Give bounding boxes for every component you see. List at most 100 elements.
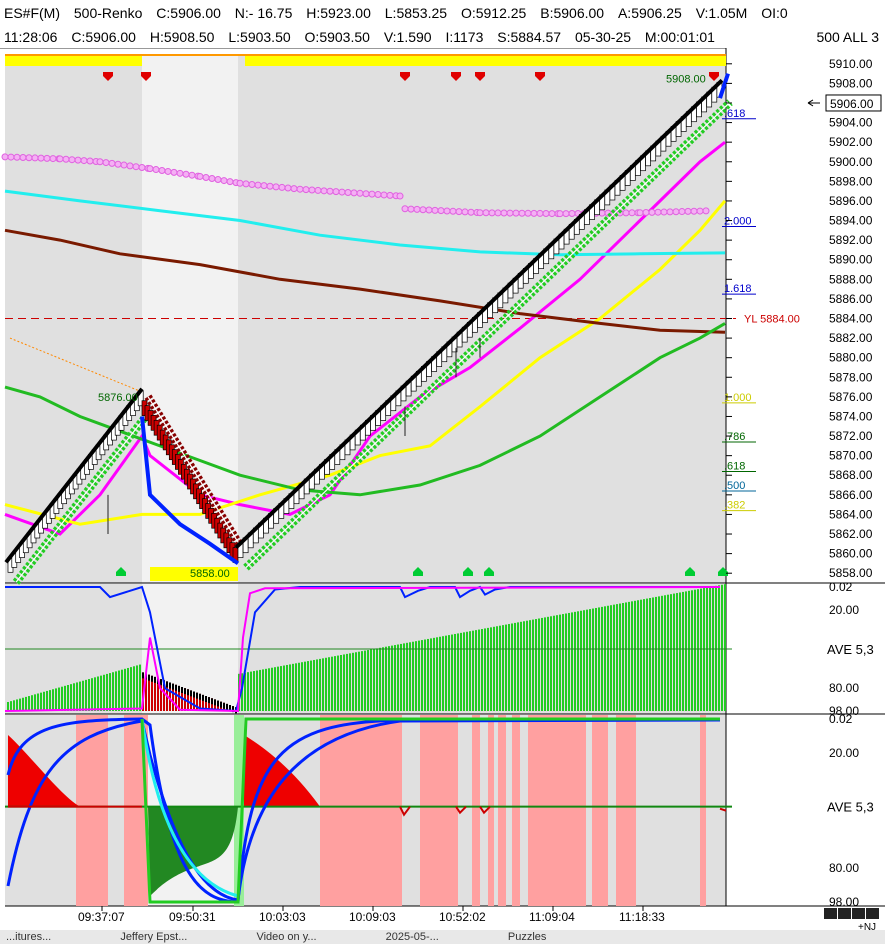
dotted-series-point: [37, 154, 45, 162]
dotted-series-point: [158, 166, 166, 174]
symbol[interactable]: ES#F(M): [4, 5, 60, 21]
dotted-series-point: [622, 209, 630, 217]
dotted-series-point: [138, 164, 146, 172]
oscillator-tick-label: 98.00: [829, 895, 859, 909]
fib-level-label: .382: [724, 500, 745, 512]
header-row-1: ES#F(M) 500-Renko C:5906.00 N:- 16.75 H:…: [0, 0, 885, 26]
oscillator-tick-label: 80.00: [829, 861, 859, 875]
time-tick-label: 11:09:04: [529, 910, 575, 924]
time-tick-label: 09:50:31: [169, 910, 216, 924]
dotted-series-point: [413, 205, 421, 213]
time-tick-label: 10:52:02: [439, 910, 486, 924]
dotted-series-point: [344, 188, 352, 196]
fib-level-label: .618: [724, 460, 745, 472]
close-value: C:5906.00: [156, 5, 221, 21]
dotted-series-point: [302, 186, 310, 194]
dotted-series-point: [13, 153, 21, 161]
nav-control-icon[interactable]: [838, 908, 851, 919]
fib-level-label: .786: [724, 431, 745, 443]
dotted-series-point: [702, 207, 710, 215]
price-tick-label: 5910.00: [829, 57, 873, 71]
dotted-series-point: [170, 168, 178, 176]
taskbar-item[interactable]: Puzzles: [508, 931, 547, 943]
dotted-series-point: [512, 209, 520, 217]
dotted-series-point: [290, 185, 298, 193]
dotted-series-point: [25, 154, 33, 162]
oscillator-tick-label: 80.00: [829, 681, 859, 695]
dotted-series-point: [7, 153, 15, 161]
dotted-series-point: [556, 210, 564, 218]
price-tick-label: 5898.00: [829, 174, 873, 188]
chart-area[interactable]: YL 5884.00 5876.00 5858.00 5908.00 .618 2.000…: [0, 48, 885, 930]
oscillator-pink-band: [512, 715, 520, 906]
nav-control-icon[interactable]: [824, 908, 837, 919]
taskbar-item[interactable]: 2025-05-...: [386, 931, 439, 943]
fib-level-label: 1.000: [724, 392, 752, 404]
chart-settings-label[interactable]: 500 ALL 3: [816, 26, 879, 48]
bar-s-value: S:5884.57: [497, 29, 562, 45]
taskbar-item[interactable]: Jeffery Epst...: [120, 931, 187, 943]
price-tick-label: 5880.00: [829, 351, 873, 365]
dotted-series-point: [678, 208, 686, 216]
dotted-series-point: [338, 188, 346, 196]
dotted-series-point: [132, 163, 140, 171]
dotted-series-point: [568, 210, 576, 218]
price-tick-label: 5874.00: [829, 409, 873, 423]
dotted-series-point: [49, 155, 57, 163]
dotted-series-point: [628, 209, 636, 217]
dotted-series-point: [31, 154, 39, 162]
ask-value: A:5906.25: [617, 5, 682, 21]
dotted-series-point: [208, 175, 216, 183]
price-annotation: 5876.00: [98, 392, 138, 404]
dotted-series-point: [401, 205, 409, 213]
dotted-series-point: [164, 167, 172, 175]
dotted-series-point: [220, 177, 228, 185]
oscillator-pink-band: [488, 715, 494, 906]
dotted-series-point: [548, 210, 556, 218]
price-tick-label: 5892.00: [829, 233, 873, 247]
dotted-series-point: [96, 158, 104, 166]
dotted-series-point: [80, 157, 88, 165]
dotted-series-point: [1, 153, 9, 161]
dotted-series-point: [296, 185, 304, 193]
taskbar-item[interactable]: Video on y...: [256, 931, 316, 943]
bar-time: 11:28:06: [4, 29, 58, 45]
price-tick-label: 5864.00: [829, 507, 873, 521]
taskbar: ...itures... Jeffery Epst... Video on y.…: [0, 930, 885, 944]
dotted-series-point: [419, 206, 427, 214]
dotted-series-point: [176, 169, 184, 177]
dotted-series-point: [482, 209, 490, 217]
dotted-series-point: [524, 209, 532, 217]
dotted-series-point: [266, 182, 274, 190]
oscillator-tick-label: 20.00: [829, 746, 859, 760]
oscillator-pink-band: [498, 715, 506, 906]
dotted-series-point: [443, 207, 451, 215]
dotted-series-point: [500, 209, 508, 217]
price-tick-label: 5908.00: [829, 76, 873, 90]
bar-high: H:5908.50: [149, 29, 215, 45]
net-change: N:- 16.75: [234, 5, 293, 21]
oscillator-pink-band: [592, 715, 608, 906]
dotted-series-point: [74, 156, 82, 164]
oscillator-pink-band: [528, 715, 586, 906]
oscillator-pink-band: [616, 715, 636, 906]
nav-control-icon[interactable]: [852, 908, 865, 919]
nav-control-icon[interactable]: [866, 908, 879, 919]
price-tick-label: 5862.00: [829, 527, 873, 541]
volume-value: V:1.05M: [695, 5, 748, 21]
dotted-series-point: [126, 162, 134, 170]
dotted-series-point: [152, 166, 160, 174]
taskbar-item[interactable]: ...itures...: [6, 931, 51, 943]
dotted-series-point: [202, 173, 210, 181]
dotted-series-point: [182, 170, 190, 178]
fib-level-label: .618: [724, 108, 745, 120]
bar-date: 05-30-25: [574, 29, 632, 45]
bar-volume: V:1.590: [383, 29, 432, 45]
dotted-series-point: [102, 159, 110, 167]
dotted-series-point: [254, 181, 262, 189]
dotted-series-point: [120, 161, 128, 169]
dotted-series-point: [425, 206, 433, 214]
high-value: H:5923.00: [306, 5, 371, 21]
oscillator-pink-band: [320, 715, 402, 906]
dotted-series-point: [449, 207, 457, 215]
